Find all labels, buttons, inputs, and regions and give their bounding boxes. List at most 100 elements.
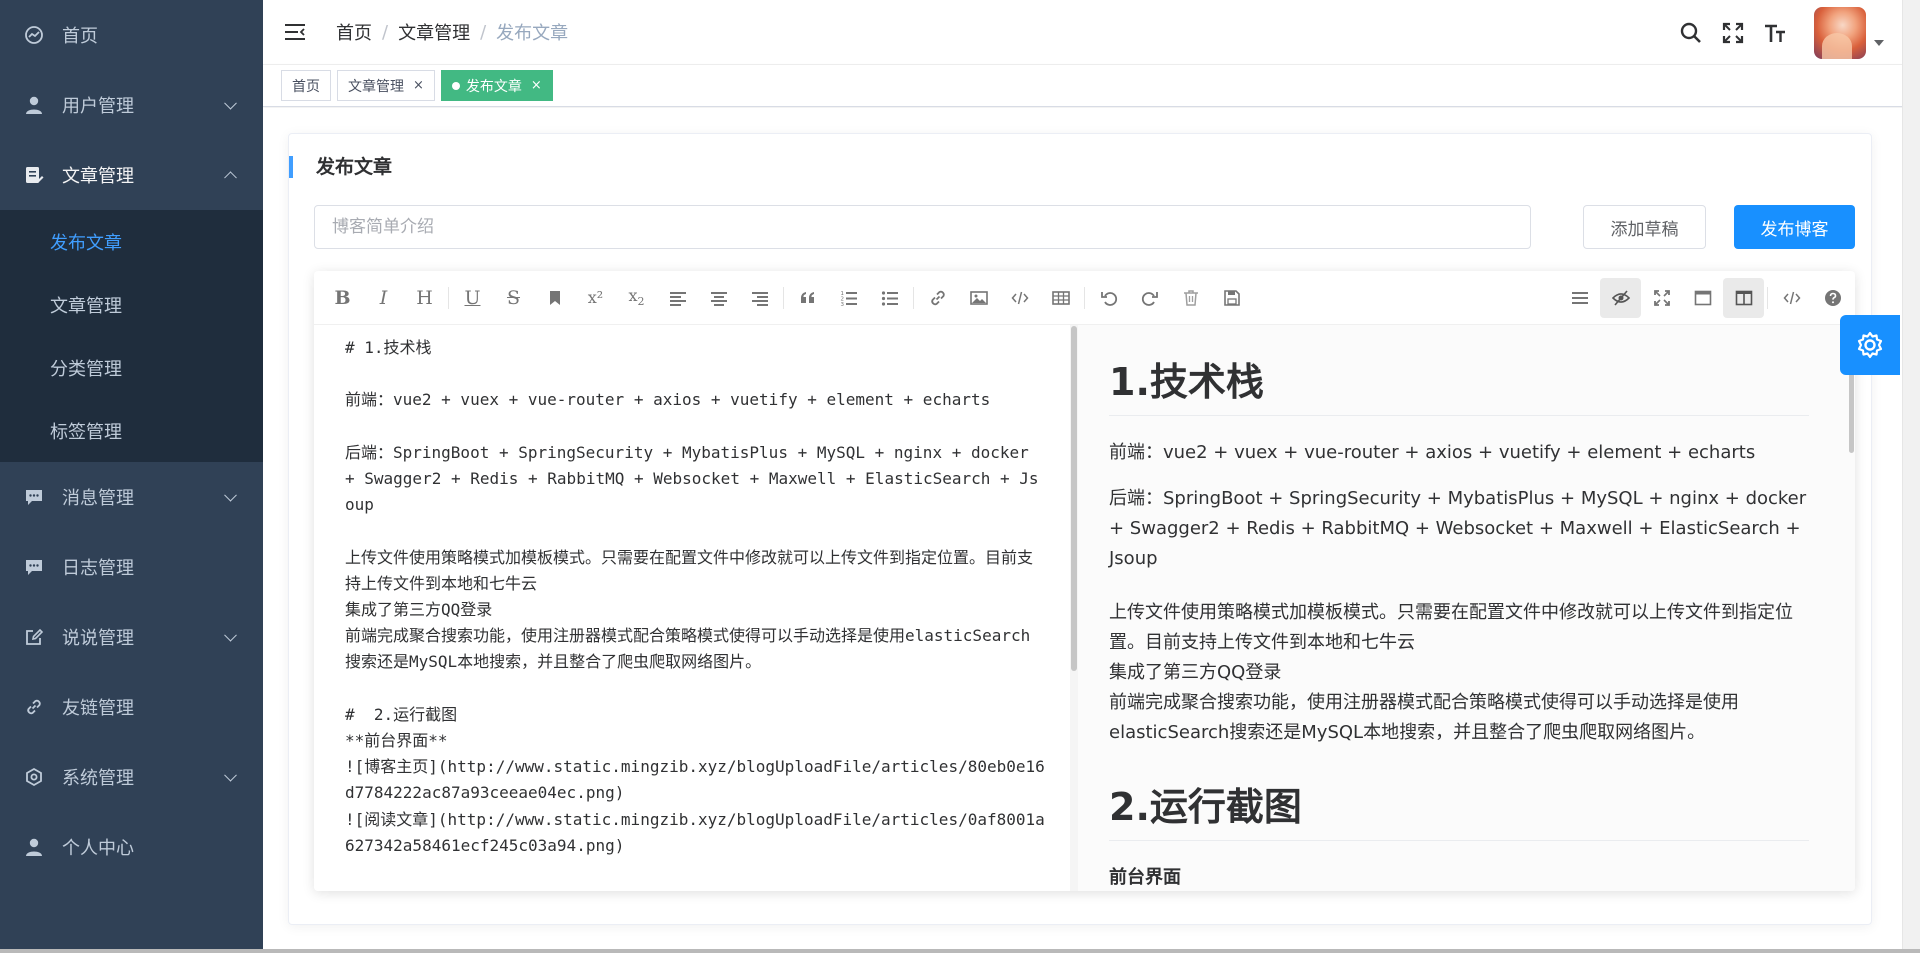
chevron-down-icon [224, 768, 237, 782]
editor-fullscreen-button[interactable] [1641, 278, 1682, 318]
navbar: 首页 / 文章管理 / 发布文章 [263, 0, 1920, 65]
tags-view: 首页 文章管理 × 发布文章 × [263, 65, 1920, 107]
sidebar-item-messages[interactable]: 消息管理 [0, 462, 263, 532]
redo-button[interactable] [1129, 278, 1170, 318]
bold-button[interactable]: B [322, 278, 363, 318]
underline-button[interactable]: U [452, 278, 493, 318]
main-content: 发布文章 添加草稿 发布博客 B I H U S x² x2 [263, 108, 1920, 949]
publish-button[interactable]: 发布博客 [1734, 205, 1855, 249]
align-right-icon [751, 291, 768, 306]
tag-articles[interactable]: 文章管理 × [337, 70, 435, 101]
caret-down-icon[interactable] [1874, 39, 1884, 46]
trash-icon [1183, 289, 1198, 306]
strikethrough-button[interactable]: S [493, 278, 534, 318]
breadcrumb: 首页 / 文章管理 / 发布文章 [336, 19, 568, 45]
preview-heading: 1.技术栈 [1109, 325, 1809, 416]
sidebar-item-articles[interactable]: 文章管理 [0, 140, 263, 210]
code-button[interactable] [999, 278, 1040, 318]
preview-toggle-button[interactable] [1600, 278, 1641, 318]
table-icon [1051, 290, 1070, 305]
breadcrumb-home[interactable]: 首页 [336, 19, 372, 45]
chevron-down-icon [224, 628, 237, 642]
add-draft-button[interactable]: 添加草稿 [1583, 205, 1706, 249]
align-center-button[interactable] [698, 278, 739, 318]
sidebar-subitem-articles[interactable]: 文章管理 [0, 273, 263, 336]
scrollbar-thumb[interactable] [1071, 326, 1077, 671]
sidebar-item-users[interactable]: 用户管理 [0, 70, 263, 140]
sidebar-item-system[interactable]: 系统管理 [0, 742, 263, 812]
toolbar-divider [913, 286, 914, 309]
page-scrollbar[interactable] [1902, 0, 1920, 949]
heading-button[interactable]: H [404, 278, 445, 318]
ordered-list-button[interactable]: 123 [828, 278, 869, 318]
quote-button[interactable] [787, 278, 828, 318]
settings-button[interactable] [1840, 315, 1900, 375]
sidebar-item-talks[interactable]: 说说管理 [0, 602, 263, 672]
mark-button[interactable] [534, 278, 575, 318]
avatar[interactable] [1814, 6, 1866, 59]
trash-button[interactable] [1170, 278, 1211, 318]
help-button[interactable] [1812, 278, 1853, 318]
undo-button[interactable] [1088, 278, 1129, 318]
image-icon [969, 290, 988, 305]
html-code-button[interactable] [1771, 278, 1812, 318]
source-scrollbar[interactable] [1070, 325, 1078, 891]
sidebar-item-label: 首页 [62, 26, 98, 47]
font-size-icon[interactable] [1762, 20, 1788, 46]
quote-icon [800, 291, 814, 303]
align-right-button[interactable] [739, 278, 780, 318]
link-icon [22, 695, 46, 719]
sidebar-subitem-categories[interactable]: 分类管理 [0, 336, 263, 399]
preview-scrollbar[interactable] [1847, 325, 1855, 891]
bottom-border [0, 949, 1920, 953]
unordered-list-button[interactable] [869, 278, 910, 318]
markdown-source-pane[interactable]: # 1.技术栈 前端：vue2 + vuex + vue-router + ax… [314, 325, 1078, 891]
subscript-button[interactable]: x2 [616, 278, 657, 318]
hamburger-icon[interactable] [284, 21, 306, 43]
split-view-button[interactable] [1723, 278, 1764, 318]
publish-card: 发布文章 添加草稿 发布博客 B I H U S x² x2 [288, 133, 1872, 925]
sidebar-subitem-tags[interactable]: 标签管理 [0, 399, 263, 462]
sidebar-item-home[interactable]: 首页 [0, 0, 263, 70]
sidebar-item-links[interactable]: 友链管理 [0, 672, 263, 742]
italic-button[interactable]: I [363, 278, 404, 318]
tag-publish[interactable]: 发布文章 × [440, 70, 553, 101]
align-left-button[interactable] [657, 278, 698, 318]
search-icon[interactable] [1678, 20, 1704, 46]
toolbar-divider [448, 286, 449, 309]
fullscreen-icon[interactable] [1720, 20, 1746, 46]
sidebar-item-profile[interactable]: 个人中心 [0, 812, 263, 882]
preview-paragraph: 集成了第三方QQ登录 [1109, 662, 1282, 683]
tag-label: 首页 [292, 78, 320, 95]
redo-icon [1141, 291, 1158, 306]
window-button[interactable] [1682, 278, 1723, 318]
preview-paragraph: 上传文件使用策略模式加模板模式。只需要在配置文件中修改就可以上传文件到指定位置。… [1109, 602, 1793, 653]
breadcrumb-articles[interactable]: 文章管理 [398, 19, 470, 45]
sidebar-item-label: 日志管理 [62, 558, 134, 579]
preview-paragraph: 前端：vue2 + vuex + vue-router + axios + vu… [1109, 442, 1756, 463]
table-button[interactable] [1040, 278, 1081, 318]
sidebar-subitem-publish[interactable]: 发布文章 [0, 210, 263, 273]
link-button[interactable] [917, 278, 958, 318]
edit-icon [22, 625, 46, 649]
ordered-list-icon: 123 [840, 291, 857, 307]
sidebar-item-label: 个人中心 [62, 838, 134, 859]
tag-home[interactable]: 首页 [281, 70, 331, 101]
close-icon[interactable]: × [531, 78, 542, 93]
subscript-icon: x2 [628, 286, 644, 308]
superscript-button[interactable]: x² [575, 278, 616, 318]
save-button[interactable] [1211, 278, 1252, 318]
close-icon[interactable]: × [413, 78, 424, 93]
intro-input[interactable] [314, 205, 1531, 249]
dashboard-icon [22, 23, 46, 47]
markdown-source-text[interactable]: # 1.技术栈 前端：vue2 + vuex + vue-router + ax… [345, 335, 1045, 859]
navigation-button[interactable] [1559, 278, 1600, 318]
image-button[interactable] [958, 278, 999, 318]
scrollbar-thumb[interactable] [1849, 363, 1854, 453]
sidebar-item-logs[interactable]: 日志管理 [0, 532, 263, 602]
italic-icon: I [379, 286, 388, 309]
chevron-down-icon [224, 488, 237, 502]
fullscreen-icon [1653, 290, 1670, 306]
svg-text:3: 3 [840, 302, 844, 307]
underline-icon: U [464, 286, 481, 309]
